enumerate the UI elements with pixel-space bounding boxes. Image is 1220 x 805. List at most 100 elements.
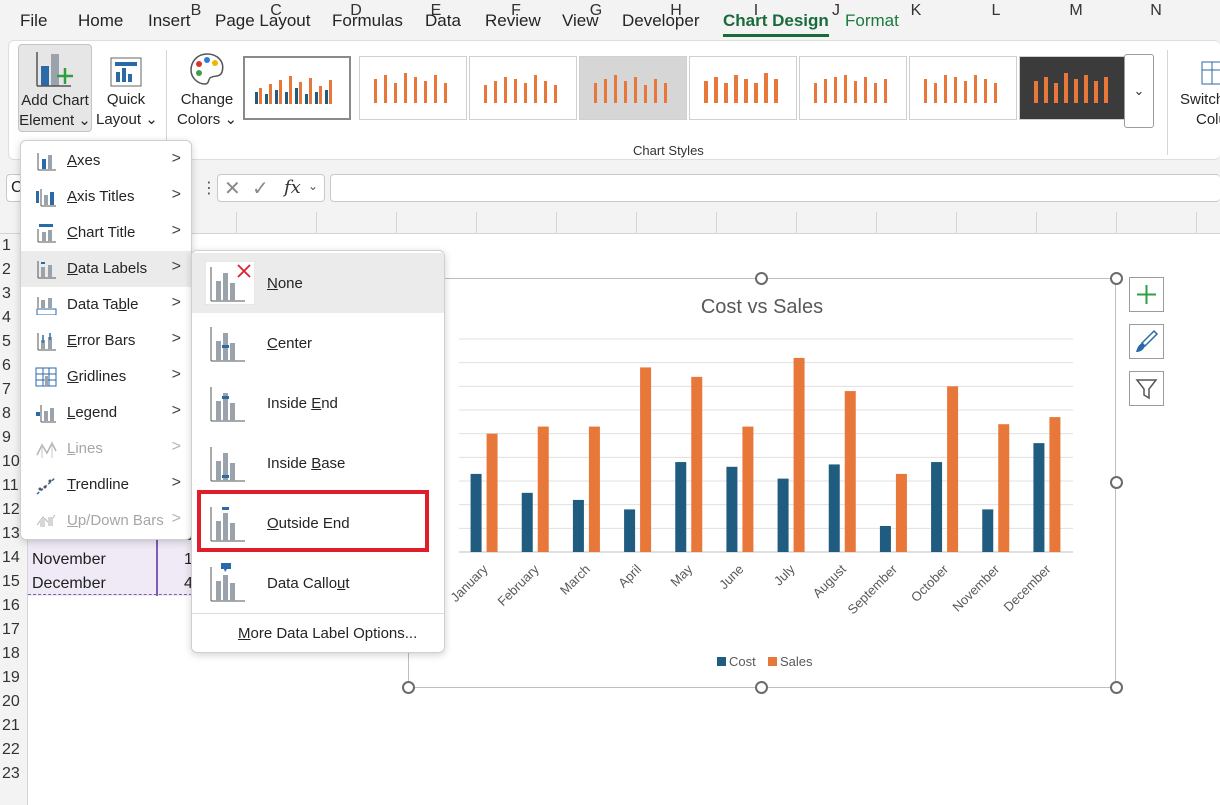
enter-icon[interactable]: ✓ bbox=[252, 176, 269, 201]
chart-resize-handle-right[interactable] bbox=[1110, 476, 1123, 489]
chart-resize-handle-bottom-right[interactable] bbox=[1110, 681, 1123, 694]
column-header-h[interactable]: H bbox=[636, 2, 716, 20]
menu-item-legend[interactable]: Legend > bbox=[21, 395, 191, 431]
row-header-16[interactable]: 16 bbox=[0, 597, 26, 615]
column-header-j[interactable]: J bbox=[796, 2, 876, 20]
row-header-23[interactable]: 23 bbox=[0, 765, 26, 783]
column-header-b[interactable]: B bbox=[156, 2, 236, 20]
bar-cost-april[interactable] bbox=[624, 509, 636, 552]
insert-function-icon[interactable]: fx bbox=[284, 177, 301, 198]
bar-cost-july[interactable] bbox=[777, 478, 789, 552]
chart-styles-more-button[interactable]: ⌄ bbox=[1124, 54, 1154, 128]
column-header-g[interactable]: G bbox=[556, 2, 636, 20]
bar-sales-september[interactable] bbox=[895, 473, 907, 552]
tab-file[interactable]: File bbox=[20, 11, 47, 31]
column-header-f[interactable]: F bbox=[476, 2, 556, 20]
column-header-i[interactable]: I bbox=[716, 2, 796, 20]
chart-style-7[interactable] bbox=[909, 56, 1017, 120]
bar-sales-june[interactable] bbox=[742, 426, 754, 552]
change-colors-label-2: Colors ⌄ bbox=[176, 111, 238, 128]
row-header-17[interactable]: 17 bbox=[0, 621, 26, 639]
formula-input[interactable] bbox=[330, 174, 1220, 202]
bar-cost-january[interactable] bbox=[470, 473, 482, 552]
switch-row-column-button[interactable]: Switch Colu bbox=[1176, 48, 1220, 134]
chart-styles-button[interactable] bbox=[1129, 324, 1164, 359]
bar-sales-february[interactable] bbox=[537, 426, 549, 552]
cell-a15[interactable]: December bbox=[32, 575, 106, 593]
column-header-d[interactable]: D bbox=[316, 2, 396, 20]
row-header-20[interactable]: 20 bbox=[0, 693, 26, 711]
tab-home[interactable]: Home bbox=[78, 11, 123, 31]
chart-style-8[interactable] bbox=[1019, 56, 1127, 120]
legend[interactable]: Cost Sales bbox=[717, 654, 813, 669]
bar-cost-september[interactable] bbox=[879, 525, 891, 552]
data-label-option-none[interactable]: None bbox=[192, 253, 444, 313]
data-label-option-inside-base[interactable]: Inside Base bbox=[192, 433, 444, 493]
column-header-e[interactable]: E bbox=[396, 2, 476, 20]
chevron-right-icon: > bbox=[171, 438, 181, 455]
bar-cost-june[interactable] bbox=[726, 466, 738, 552]
change-colors-button[interactable]: Change Colors ⌄ bbox=[176, 48, 238, 134]
bar-sales-may[interactable] bbox=[691, 376, 703, 552]
chart-elements-button[interactable] bbox=[1129, 277, 1164, 312]
chart-style-2[interactable] bbox=[359, 56, 467, 120]
row-header-14[interactable]: 14 bbox=[0, 549, 26, 567]
chart-style-1[interactable] bbox=[243, 56, 351, 120]
chart-resize-handle-bottom[interactable] bbox=[755, 681, 768, 694]
bar-cost-february[interactable] bbox=[521, 492, 533, 552]
menu-item-axis-titles[interactable]: Axis Titles > bbox=[21, 179, 191, 215]
cancel-icon[interactable]: ✕ bbox=[224, 176, 241, 201]
cell-a14[interactable]: November bbox=[32, 551, 106, 569]
column-header-k[interactable]: K bbox=[876, 2, 956, 20]
chart-resize-handle-bottom-left[interactable] bbox=[402, 681, 415, 694]
menu-item-trendline[interactable]: Trendline > bbox=[21, 467, 191, 503]
bar-sales-december[interactable] bbox=[1049, 417, 1061, 552]
row-header-18[interactable]: 18 bbox=[0, 645, 26, 663]
bar-sales-april[interactable] bbox=[640, 367, 652, 552]
chart-style-6[interactable] bbox=[799, 56, 907, 120]
bar-sales-november[interactable] bbox=[998, 424, 1010, 552]
bar-sales-january[interactable] bbox=[486, 433, 498, 552]
bar-cost-august[interactable] bbox=[828, 464, 840, 552]
more-data-label-options-link[interactable]: More Data Label Options... bbox=[238, 625, 417, 642]
menu-item-gridlines[interactable]: Gridlines > bbox=[21, 359, 191, 395]
chart-style-3[interactable] bbox=[469, 56, 577, 120]
chevron-right-icon: > bbox=[171, 474, 181, 491]
menu-item-error-bars[interactable]: Error Bars > bbox=[21, 323, 191, 359]
menu-item-data-labels[interactable]: Data Labels > bbox=[21, 251, 191, 287]
bar-sales-march[interactable] bbox=[588, 426, 600, 552]
menu-item-data-table[interactable]: Data Table > bbox=[21, 287, 191, 323]
bar-cost-november[interactable] bbox=[982, 509, 994, 552]
chart-style-5[interactable] bbox=[689, 56, 797, 120]
bar-sales-october[interactable] bbox=[947, 386, 959, 552]
chart-resize-handle-top[interactable] bbox=[755, 272, 768, 285]
chart-title[interactable]: Cost vs Sales bbox=[701, 296, 823, 318]
chart-style-4[interactable] bbox=[579, 56, 687, 120]
bar-cost-march[interactable] bbox=[572, 499, 584, 552]
menu-item-axes[interactable]: Axes > bbox=[21, 143, 191, 179]
bar-cost-october[interactable] bbox=[931, 462, 943, 552]
column-header-n[interactable]: N bbox=[1116, 2, 1196, 20]
column-header-c[interactable]: C bbox=[236, 2, 316, 20]
formula-expand-icon[interactable]: ⌄ bbox=[308, 179, 318, 193]
bar-sales-july[interactable] bbox=[793, 357, 805, 552]
row-header-21[interactable]: 21 bbox=[0, 717, 26, 735]
data-label-option-inside-end[interactable]: Inside End bbox=[192, 373, 444, 433]
row-header-15[interactable]: 15 bbox=[0, 573, 26, 591]
column-header-l[interactable]: L bbox=[956, 2, 1036, 20]
menu-item-chart-title[interactable]: Chart Title > bbox=[21, 215, 191, 251]
column-header-m[interactable]: M bbox=[1036, 2, 1116, 20]
row-header-19[interactable]: 19 bbox=[0, 669, 26, 687]
bar-sales-august[interactable] bbox=[844, 391, 856, 552]
bar-cost-december[interactable] bbox=[1033, 443, 1045, 552]
data-label-option-center[interactable]: Center bbox=[192, 313, 444, 373]
chart-resize-handle-top-right[interactable] bbox=[1110, 272, 1123, 285]
name-box[interactable]: C bbox=[6, 174, 23, 202]
data-label-option-data-callout[interactable]: Data Callout bbox=[192, 553, 444, 613]
quick-layout-button[interactable]: Quick Layout ⌄ bbox=[96, 48, 158, 134]
row-header-22[interactable]: 22 bbox=[0, 741, 26, 759]
bar-cost-may[interactable] bbox=[675, 462, 687, 552]
add-chart-element-button[interactable]: Add Chart Element ⌄ bbox=[18, 44, 92, 132]
chart-area[interactable]: Cost vs Sales January February March April M… bbox=[408, 278, 1116, 688]
chart-filters-button[interactable] bbox=[1129, 371, 1164, 406]
